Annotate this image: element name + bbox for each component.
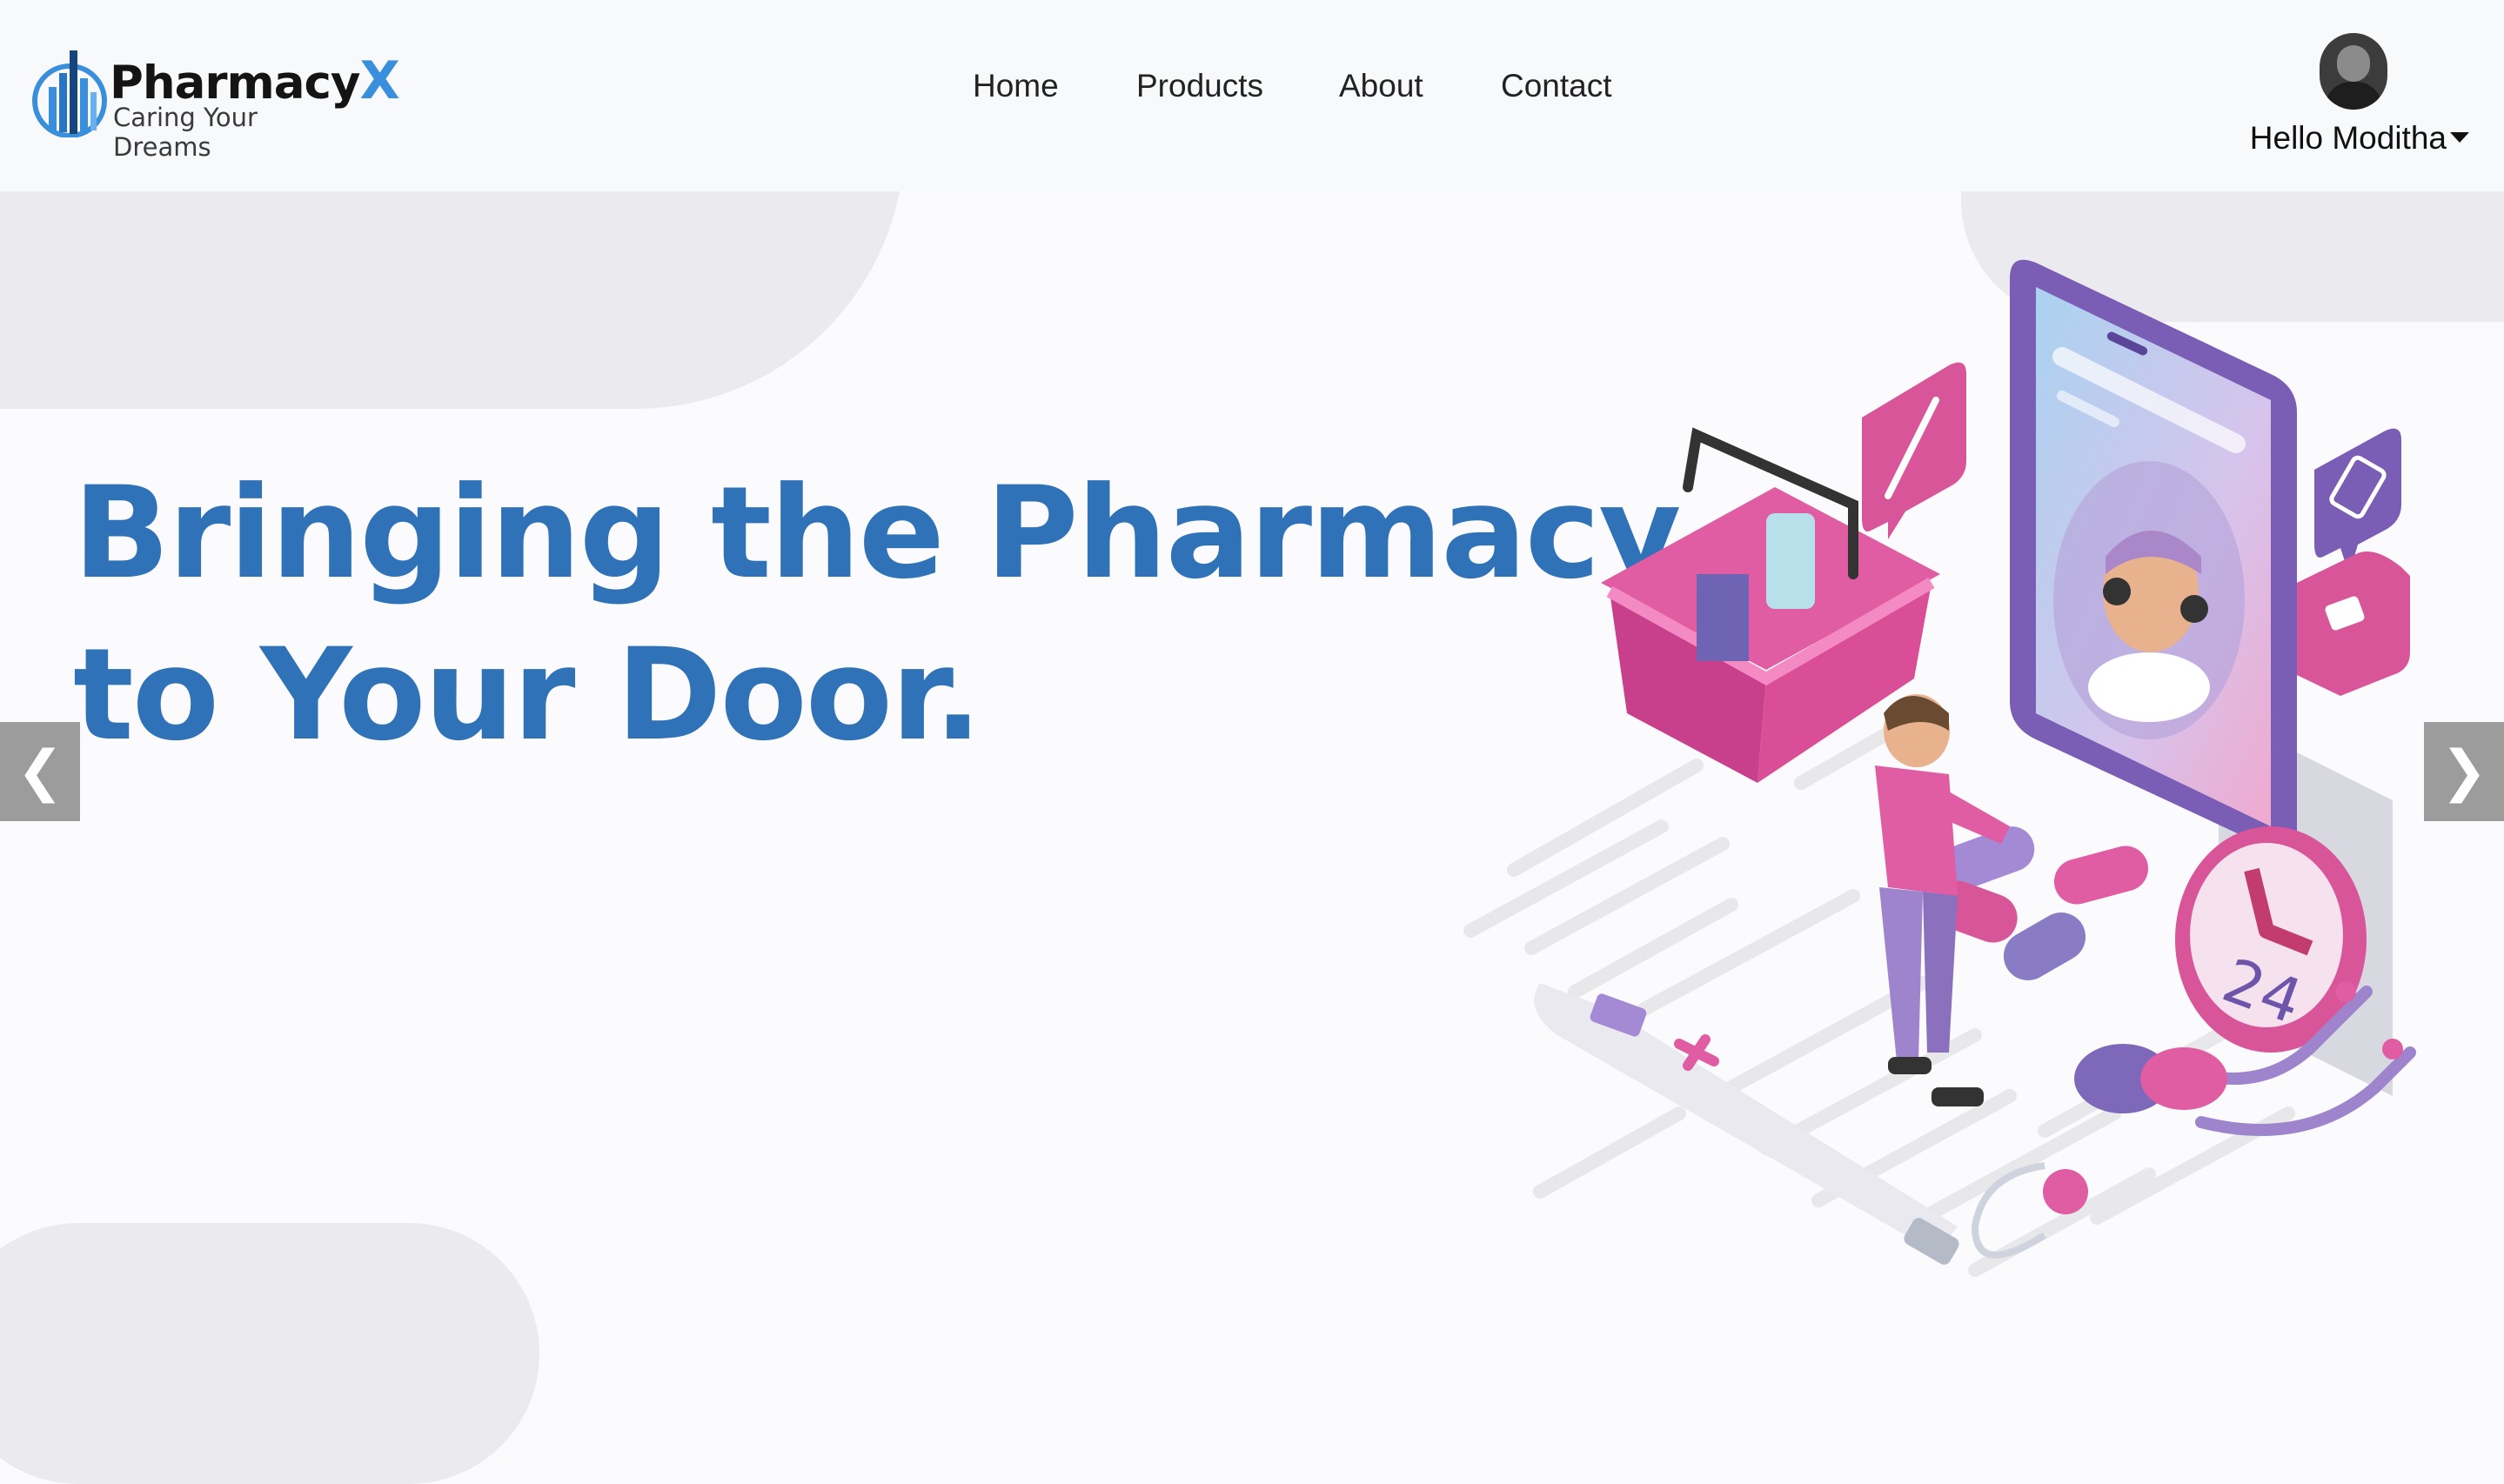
speech-bubble-pills <box>2314 428 2401 574</box>
capsule-pills <box>1932 826 2149 980</box>
caret-down-icon[interactable] <box>2450 132 2469 143</box>
nav-link-about[interactable]: About <box>1339 68 1423 104</box>
navbar: PharmacyX Caring Your Dreams Home Produc… <box>0 0 2504 191</box>
decorative-blob <box>0 1223 539 1484</box>
logo-bars-icon <box>32 50 107 137</box>
user-avatar[interactable] <box>2320 33 2387 110</box>
avatar-head-shape <box>2337 45 2370 82</box>
carousel-next-button[interactable]: ❯ <box>2424 722 2504 821</box>
online-pharmacy-illustration: 24 <box>1463 259 2416 1277</box>
nav-link-home[interactable]: Home <box>973 68 1059 104</box>
brand-tagline: Caring Your Dreams <box>113 103 258 162</box>
user-menu[interactable]: Hello Moditha <box>2217 33 2469 164</box>
carousel-prev-button[interactable]: ❮ <box>0 722 80 821</box>
user-greeting[interactable]: Hello Moditha <box>2250 120 2447 157</box>
speech-bubble-medkit <box>2297 551 2410 696</box>
brand-name-accent: X <box>359 50 399 111</box>
speech-bubble-syringe <box>1862 362 1966 539</box>
tablet-pills <box>2074 1044 2227 1113</box>
avatar-body-shape <box>2325 82 2382 110</box>
brand-logo[interactable]: PharmacyX Caring Your Dreams <box>30 43 400 162</box>
nav-link-contact[interactable]: Contact <box>1501 68 1612 104</box>
nav-link-products[interactable]: Products <box>1136 68 1263 104</box>
